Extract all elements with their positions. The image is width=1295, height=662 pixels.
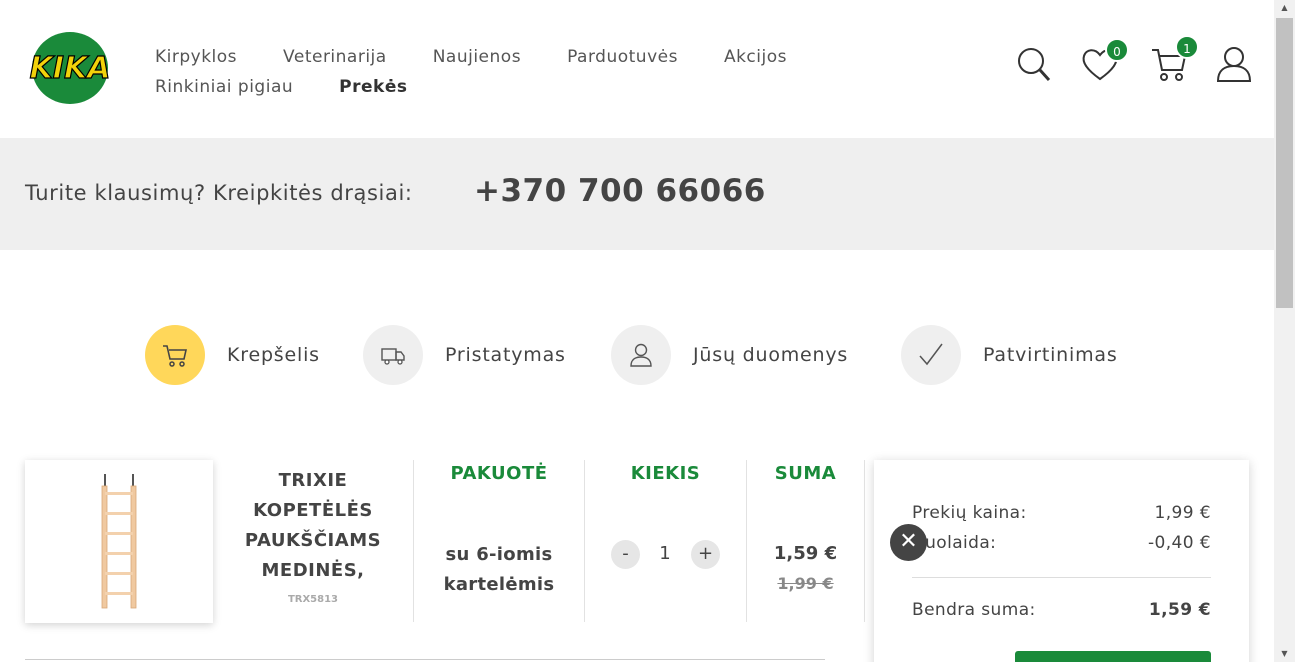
product-sku: TRX5813 bbox=[287, 594, 339, 605]
scroll-down-arrow-icon[interactable]: ▼ bbox=[1274, 646, 1295, 662]
cart-icon[interactable]: 1 bbox=[1150, 35, 1199, 84]
summary-total-label: Bendra suma: bbox=[912, 600, 1036, 620]
step-confirmation[interactable]: Patvirtinimas bbox=[901, 325, 1118, 385]
column-divider bbox=[746, 460, 747, 622]
product-image[interactable] bbox=[25, 460, 213, 623]
column-header-package: PAKUOTĖ bbox=[450, 463, 548, 484]
cart-icon bbox=[145, 325, 205, 385]
contact-band: Turite klausimų? Kreipkitės drąsiai: +37… bbox=[0, 138, 1274, 250]
column-header-quantity: KIEKIS bbox=[630, 463, 701, 484]
search-icon[interactable] bbox=[1015, 44, 1055, 84]
column-header-sum: SUMA bbox=[774, 463, 837, 484]
column-divider bbox=[584, 460, 585, 622]
nav-item-kirpyklos[interactable]: Kirpyklos bbox=[155, 47, 237, 67]
summary-discount-row: Nuolaida: -0,40 € bbox=[912, 533, 1211, 553]
product-name[interactable]: TRIXIE KOPETĖLĖS PAUKŠČIAMS MEDINĖS, bbox=[222, 466, 404, 586]
kika-logo[interactable]: KIKA bbox=[24, 31, 116, 105]
nav-item-parduotuves[interactable]: Parduotuvės bbox=[567, 47, 678, 67]
cart-count-badge: 1 bbox=[1175, 35, 1199, 59]
nav-item-naujienos[interactable]: Naujienos bbox=[433, 47, 521, 67]
step-label: Patvirtinimas bbox=[983, 344, 1118, 366]
quantity-increase-button[interactable]: + bbox=[691, 540, 720, 569]
contact-phone[interactable]: +370 700 66066 bbox=[474, 173, 766, 209]
user-account-icon[interactable] bbox=[1214, 44, 1254, 84]
wishlist-count-badge: 0 bbox=[1105, 38, 1129, 62]
summary-items-price-row: Prekių kaina: 1,99 € bbox=[912, 503, 1211, 523]
remove-item-close-icon[interactable]: ✕ bbox=[890, 524, 927, 561]
column-divider bbox=[864, 460, 865, 622]
page-scrollbar[interactable]: ▲ ▼ bbox=[1274, 0, 1295, 662]
check-icon bbox=[901, 325, 961, 385]
nav-item-akcijos[interactable]: Akcijos bbox=[724, 47, 787, 67]
summary-items-price-label: Prekių kaina: bbox=[912, 503, 1027, 523]
main-nav: Kirpyklos Veterinarija Naujienos Parduot… bbox=[155, 42, 875, 102]
package-value: su 6-iomis kartelėmis bbox=[443, 544, 555, 595]
step-cart[interactable]: Krepšelis bbox=[145, 325, 320, 385]
checkout-button[interactable] bbox=[1015, 651, 1211, 662]
nav-item-rinkiniai[interactable]: Rinkiniai pigiau bbox=[155, 77, 293, 97]
scrollbar-thumb[interactable] bbox=[1276, 18, 1293, 308]
nav-item-prekes[interactable]: Prekės bbox=[339, 77, 407, 97]
nav-item-veterinarija[interactable]: Veterinarija bbox=[283, 47, 387, 67]
user-icon bbox=[611, 325, 671, 385]
step-label: Jūsų duomenys bbox=[693, 344, 849, 366]
summary-total-row: Bendra suma: 1,59 € bbox=[912, 600, 1211, 620]
contact-question: Turite klausimų? Kreipkitės drąsiai: bbox=[25, 181, 413, 205]
summary-divider bbox=[912, 577, 1211, 578]
summary-items-price-value: 1,99 € bbox=[1154, 503, 1211, 523]
step-delivery[interactable]: Pristatymas bbox=[363, 325, 566, 385]
summary-total-value: 1,59 € bbox=[1148, 600, 1211, 620]
quantity-value[interactable]: 1 bbox=[655, 543, 675, 564]
step-your-details[interactable]: Jūsų duomenys bbox=[611, 325, 848, 385]
item-divider bbox=[25, 659, 825, 660]
truck-icon bbox=[363, 325, 423, 385]
item-price: 1,59 € bbox=[773, 543, 838, 564]
order-summary: Prekių kaina: 1,99 € Nuolaida: -0,40 € B… bbox=[874, 460, 1249, 662]
summary-discount-value: -0,40 € bbox=[1147, 533, 1211, 553]
scroll-up-arrow-icon[interactable]: ▲ bbox=[1274, 0, 1295, 16]
quantity-decrease-button[interactable]: - bbox=[611, 540, 640, 569]
step-label: Krepšelis bbox=[227, 344, 320, 366]
site-header: KIKA Kirpyklos Veterinarija Naujienos Pa… bbox=[0, 0, 1274, 138]
step-label: Pristatymas bbox=[445, 344, 566, 366]
svg-text:KIKA: KIKA bbox=[30, 51, 111, 86]
wishlist-heart-icon[interactable]: 0 bbox=[1080, 38, 1129, 84]
item-old-price: 1,99 € bbox=[777, 574, 834, 593]
